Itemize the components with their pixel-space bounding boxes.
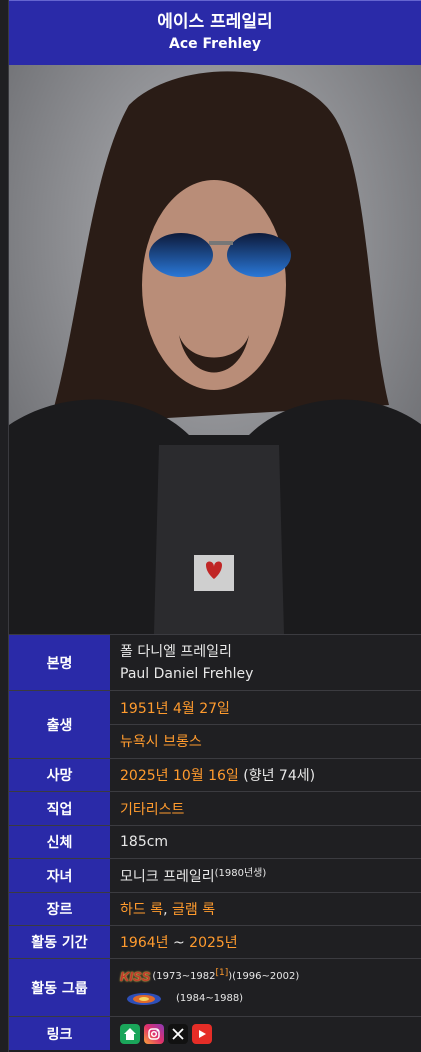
- portrait-illustration: [9, 65, 421, 634]
- label-body: 신체: [9, 826, 110, 858]
- died-age: (향년 74세): [238, 768, 316, 784]
- portrait-photo[interactable]: [9, 65, 421, 634]
- label-occupation: 직업: [9, 792, 110, 825]
- infobox: 에이스 프레일리 Ace Frehley 본명 폴 다니엘 프레일리 Paul …: [8, 0, 421, 1052]
- child-birth-note: (1980년생): [214, 867, 267, 879]
- comet-years: (1984~1988): [176, 992, 244, 1004]
- row-died: 사망 2025년 10월 16일 (향년 74세): [9, 758, 421, 791]
- value-born: 1951년 4월 27일 뉴욕시 브롱스: [110, 691, 421, 758]
- label-links: 링크: [9, 1017, 110, 1050]
- instagram-icon[interactable]: [144, 1023, 164, 1044]
- youtube-icon[interactable]: [192, 1023, 212, 1044]
- active-end-link[interactable]: 2025년: [189, 935, 238, 951]
- label-died: 사망: [9, 759, 110, 791]
- value-links: [110, 1017, 421, 1050]
- genre-separator: ,: [163, 902, 172, 918]
- name-english: Ace Frehley: [169, 36, 261, 52]
- row-occupation: 직업 기타리스트: [9, 791, 421, 825]
- value-birth-name: 폴 다니엘 프레일리 Paul Daniel Frehley: [110, 635, 421, 690]
- label-children: 자녀: [9, 859, 110, 892]
- value-children: 모니크 프레일리(1980년생): [110, 859, 421, 892]
- kiss-logo[interactable]: KISS: [120, 966, 150, 988]
- frehleys-comet-logo[interactable]: [126, 991, 162, 1007]
- row-links: 링크: [9, 1016, 421, 1050]
- home-icon[interactable]: [120, 1023, 140, 1044]
- label-groups: 활동 그룹: [9, 959, 110, 1016]
- infobox-header: 에이스 프레일리 Ace Frehley: [9, 0, 421, 65]
- row-genre: 장르 하드 록, 글램 록: [9, 892, 421, 925]
- genre-hard-rock-link[interactable]: 하드 록: [120, 902, 163, 918]
- row-birth-name: 본명 폴 다니엘 프레일리 Paul Daniel Frehley: [9, 634, 421, 690]
- info-rows: 본명 폴 다니엘 프레일리 Paul Daniel Frehley 출생 195…: [9, 634, 421, 1050]
- kiss-years-2: )(1996~2002): [228, 970, 300, 982]
- value-groups: KISS (1973~1982 [1])(1996~2002) (1984~198…: [110, 959, 421, 1016]
- birth-name-korean: 폴 다니엘 프레일리: [120, 643, 232, 660]
- row-active-period: 활동 기간 1964년 ~ 2025년: [9, 925, 421, 958]
- active-separator: ~: [168, 935, 190, 951]
- name-korean: 에이스 프레일리: [157, 12, 273, 32]
- label-genre: 장르: [9, 893, 110, 925]
- value-body: 185cm: [110, 826, 421, 858]
- label-birth-name: 본명: [9, 635, 110, 690]
- value-died: 2025년 10월 16일 (향년 74세): [110, 759, 421, 791]
- child-name: 모니크 프레일리: [120, 868, 215, 885]
- occupation-link[interactable]: 기타리스트: [120, 799, 421, 819]
- row-body: 신체 185cm: [9, 825, 421, 858]
- label-born: 출생: [9, 691, 110, 758]
- value-genre: 하드 록, 글램 록: [110, 893, 421, 925]
- kiss-years-1: (1973~1982: [152, 970, 216, 982]
- kiss-reference[interactable]: [1]: [216, 962, 229, 984]
- row-children: 자녀 모니크 프레일리(1980년생): [9, 858, 421, 892]
- row-born: 출생 1951년 4월 27일 뉴욕시 브롱스: [9, 690, 421, 758]
- born-date-link[interactable]: 1951년 4월 27일: [110, 691, 421, 724]
- active-start-link[interactable]: 1964년: [120, 935, 169, 951]
- row-groups: 활동 그룹 KISS (1973~1982 [1])(1996~2002) (19…: [9, 958, 421, 1016]
- born-place-link[interactable]: 뉴욕시 브롱스: [110, 724, 421, 757]
- body-height: 185cm: [120, 834, 169, 850]
- died-date-link[interactable]: 2025년 10월 16일: [120, 768, 239, 784]
- genre-glam-rock-link[interactable]: 글램 록: [172, 902, 215, 918]
- label-active-period: 활동 기간: [9, 926, 110, 958]
- x-icon[interactable]: [168, 1023, 188, 1044]
- value-active-period: 1964년 ~ 2025년: [110, 926, 421, 958]
- birth-name-english: Paul Daniel Frehley: [120, 665, 254, 682]
- value-occupation: 기타리스트: [110, 792, 421, 825]
